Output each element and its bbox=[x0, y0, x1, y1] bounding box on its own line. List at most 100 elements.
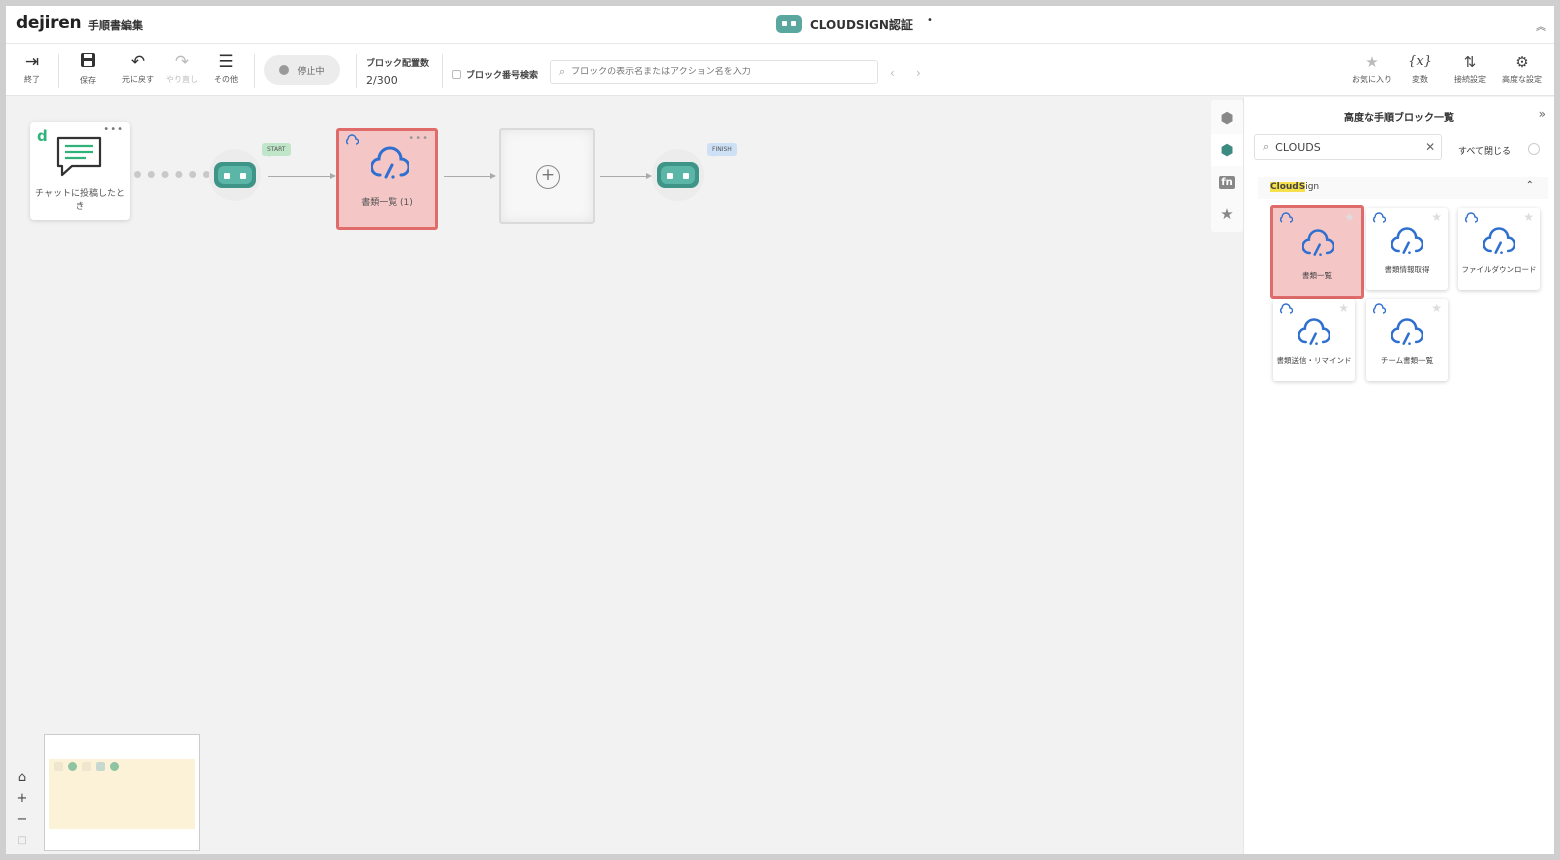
node-menu-icon[interactable]: ••• bbox=[103, 124, 124, 135]
workflow-title[interactable]: CLOUDSIGN認証 • bbox=[776, 15, 933, 33]
variable-button[interactable]: {x} 変数 bbox=[1396, 52, 1444, 85]
block-category-tabs: ⬢ ⬢ fn ★ bbox=[1211, 100, 1243, 232]
block-tile-doc-info[interactable]: ★ 書類情報取得 bbox=[1366, 208, 1448, 290]
block-tile-file-download[interactable]: ★ ファイルダウンロード bbox=[1458, 208, 1540, 290]
menu-lines-icon: ☰ bbox=[218, 52, 234, 72]
chevron-double-right-icon[interactable]: » bbox=[1539, 107, 1546, 121]
block-tile-label: 書類送信・リマインド bbox=[1276, 356, 1352, 365]
block-tile-team-doc-list[interactable]: ★ チーム書類一覧 bbox=[1366, 299, 1448, 381]
star-icon: ★ bbox=[1365, 53, 1379, 71]
dejiren-logo[interactable]: dejiren bbox=[16, 13, 82, 33]
cloudsign-small-icon bbox=[1280, 303, 1293, 314]
finish-tag: FINISH bbox=[707, 143, 737, 157]
block-count-value: 2/300 bbox=[366, 74, 398, 87]
home-icon[interactable]: ⌂ bbox=[12, 767, 32, 788]
doc-list-caption: 書類一覧 (1) bbox=[361, 198, 413, 208]
redo-button[interactable]: ↷ やり直し bbox=[162, 52, 202, 88]
trigger-caption: チャットに投稿したとき bbox=[35, 189, 125, 212]
star-icon: ★ bbox=[1220, 205, 1234, 223]
favorite-button[interactable]: ★ お気に入り bbox=[1348, 52, 1396, 85]
plus-circle-icon: + bbox=[536, 165, 560, 189]
robot-icon bbox=[776, 15, 802, 33]
block-tile-label: 書類情報取得 bbox=[1384, 265, 1430, 274]
close-all-button[interactable]: すべて閉じる bbox=[1458, 144, 1511, 157]
unsaved-indicator: • bbox=[926, 14, 933, 26]
cube-icon: ⬢ bbox=[1220, 109, 1234, 127]
exit-button[interactable]: ⇥ 終了 bbox=[12, 52, 52, 88]
search-by-number-label: ブロック番号検索 bbox=[466, 71, 539, 81]
doc-list-node[interactable]: ••• 書類一覧 (1) bbox=[336, 128, 438, 230]
advanced-blocks-tab[interactable]: ⬢ bbox=[1211, 134, 1243, 166]
app-window: dejiren 手順書編集 CLOUDSIGN認証 • ︽ ⇥ 終了 保存 ↶ … bbox=[6, 6, 1554, 854]
cloudsign-icon bbox=[1483, 227, 1515, 254]
favorite-star-icon[interactable]: ★ bbox=[1523, 210, 1534, 224]
search-by-number-toggle[interactable]: ブロック番号検索 bbox=[452, 68, 538, 81]
block-tile-doc-list[interactable]: ★ 書類一覧 bbox=[1270, 205, 1364, 299]
block-count-label: ブロック配置数 bbox=[366, 59, 430, 69]
favorite-star-icon[interactable]: ★ bbox=[1338, 301, 1349, 315]
collapse-all-icon[interactable] bbox=[1528, 143, 1540, 155]
category-name: CloudSign bbox=[1270, 182, 1319, 192]
variable-label: 変数 bbox=[1412, 75, 1428, 84]
divider bbox=[58, 54, 59, 88]
run-status-toggle[interactable]: 停止中 bbox=[264, 55, 340, 85]
chevron-up-icon[interactable]: ⌃ bbox=[1526, 180, 1534, 191]
function-blocks-tab[interactable]: fn bbox=[1211, 166, 1243, 198]
clear-search-icon[interactable]: ✕ bbox=[1425, 140, 1435, 154]
advanced-settings-button[interactable]: ⚙ 高度な設定 bbox=[1498, 52, 1546, 85]
connection-icon: ⇅ bbox=[1463, 53, 1477, 71]
dejiren-mark-icon: d bbox=[37, 127, 48, 145]
save-label: 保存 bbox=[80, 76, 96, 85]
cloudsign-small-icon bbox=[1373, 303, 1386, 314]
minimap-node bbox=[54, 762, 63, 771]
cloudsign-icon bbox=[371, 146, 409, 179]
zoom-in-icon[interactable]: + bbox=[12, 788, 32, 809]
redo-label: やり直し bbox=[166, 75, 198, 84]
workflow-title-text: CLOUDSIGN認証 bbox=[810, 17, 913, 32]
prev-result-icon[interactable]: ‹ bbox=[890, 66, 895, 80]
basic-blocks-tab[interactable]: ⬢ bbox=[1211, 102, 1243, 134]
app-header: dejiren 手順書編集 CLOUDSIGN認証 • ︽ bbox=[6, 6, 1554, 44]
editor-toolbar: ⇥ 終了 保存 ↶ 元に戻す ↷ やり直し ☰ その他 停止中 ブロック配置数 bbox=[6, 44, 1554, 96]
panel-search-field[interactable]: ⌕ ✕ bbox=[1254, 134, 1442, 160]
cloudsign-small-icon bbox=[1373, 212, 1386, 223]
category-header-cloudsign[interactable]: CloudSign ⌃ bbox=[1258, 177, 1548, 199]
undo-button[interactable]: ↶ 元に戻す bbox=[118, 52, 158, 88]
favorite-star-icon[interactable]: ★ bbox=[1431, 210, 1442, 224]
finish-node[interactable] bbox=[652, 149, 704, 201]
trigger-node-chat-post[interactable]: d ••• チャットに投稿したとき bbox=[30, 122, 130, 220]
start-tag: START bbox=[262, 143, 291, 157]
panel-title: 高度な手順ブロック一覧 bbox=[1344, 113, 1454, 124]
block-tile-label: ファイルダウンロード bbox=[1461, 265, 1537, 274]
minimap[interactable] bbox=[44, 734, 200, 851]
robot-eye bbox=[240, 173, 246, 179]
save-button[interactable]: 保存 bbox=[68, 52, 108, 88]
other-menu-button[interactable]: ☰ その他 bbox=[206, 52, 246, 88]
variable-x-icon: {x} bbox=[1408, 54, 1432, 69]
advanced-blocks-panel: 高度な手順ブロック一覧 » ⌕ ✕ すべて閉じる CloudSign ⌃ ★ 書… bbox=[1243, 97, 1554, 854]
favorite-star-icon[interactable]: ★ bbox=[1431, 301, 1442, 315]
fit-view-icon[interactable]: □ bbox=[12, 830, 32, 851]
chevron-double-up-icon[interactable]: ︽ bbox=[1536, 18, 1546, 33]
block-search-input[interactable] bbox=[571, 67, 862, 77]
search-by-number-checkbox[interactable] bbox=[452, 70, 461, 79]
robot-eye bbox=[667, 173, 673, 179]
favorite-star-icon[interactable]: ★ bbox=[1344, 210, 1355, 224]
favorite-blocks-tab[interactable]: ★ bbox=[1211, 198, 1243, 230]
cloudsign-icon bbox=[1302, 229, 1334, 256]
next-result-icon[interactable]: › bbox=[916, 66, 921, 80]
start-node[interactable] bbox=[209, 149, 261, 201]
panel-search-input[interactable] bbox=[1275, 140, 1426, 154]
node-menu-icon[interactable]: ••• bbox=[408, 133, 429, 144]
zoom-out-icon[interactable]: − bbox=[12, 809, 32, 830]
minimap-node bbox=[82, 762, 91, 771]
undo-label: 元に戻す bbox=[122, 75, 154, 84]
block-search-field[interactable]: ⌕ bbox=[550, 60, 878, 84]
block-tile-send-remind[interactable]: ★ 書類送信・リマインド bbox=[1273, 299, 1355, 381]
workflow-canvas[interactable]: d ••• チャットに投稿したとき START ••• 書類一覧 (1) + F… bbox=[6, 97, 1210, 854]
add-block-placeholder[interactable]: + bbox=[499, 128, 595, 224]
cloudsign-icon bbox=[1391, 318, 1423, 345]
connection-settings-button[interactable]: ⇅ 接続設定 bbox=[1446, 52, 1494, 85]
page-subtitle: 手順書編集 bbox=[88, 19, 143, 32]
divider bbox=[442, 54, 443, 88]
